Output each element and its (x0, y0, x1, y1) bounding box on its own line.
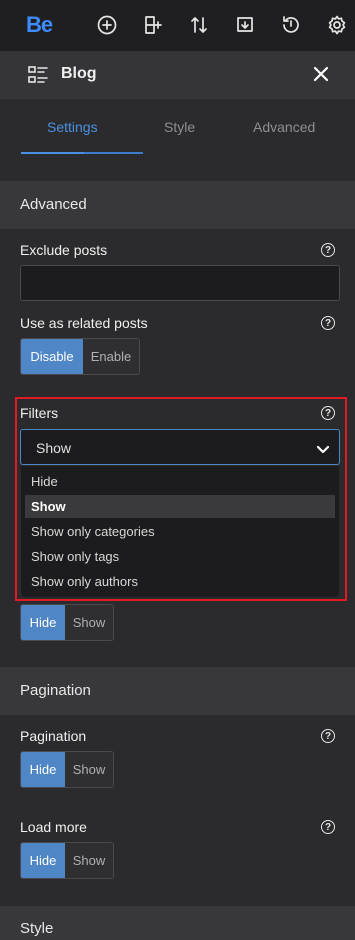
related-posts-toggle: Disable Enable (20, 338, 140, 375)
help-icon[interactable]: ? (321, 820, 335, 834)
close-icon[interactable] (312, 65, 332, 85)
panel-header: Blog (0, 51, 355, 99)
filters-option-authors[interactable]: Show only authors (25, 570, 335, 593)
exclude-posts-label: Exclude posts (20, 242, 108, 258)
plus-circle-icon[interactable] (95, 13, 119, 37)
filters-dropdown: Hide Show Show only categories Show only… (21, 466, 339, 597)
load-more-toggle: Hide Show (20, 842, 114, 879)
history-icon[interactable] (279, 13, 303, 37)
enable-button[interactable]: Enable (83, 339, 139, 374)
section-style[interactable]: Style (0, 906, 355, 940)
help-icon[interactable]: ? (321, 406, 335, 420)
tab-bar: Settings Style Advanced (0, 99, 355, 155)
help-icon[interactable]: ? (321, 243, 335, 257)
download-icon[interactable] (233, 13, 257, 37)
panel-title: Blog (61, 65, 97, 82)
load-more-label: Load more (20, 819, 87, 835)
hide-button[interactable]: Hide (21, 843, 65, 878)
list-icon (28, 66, 48, 84)
hide-button[interactable]: Hide (21, 605, 65, 640)
pagination-label: Pagination (20, 728, 87, 744)
exclude-posts-input[interactable] (20, 265, 340, 301)
tab-style[interactable]: Style (164, 119, 195, 135)
help-icon[interactable]: ? (321, 316, 335, 330)
section-title: Style (20, 920, 54, 937)
sort-arrows-icon[interactable] (187, 13, 211, 37)
chevron-down-icon (316, 442, 330, 454)
section-title: Advanced (20, 196, 87, 213)
section-title: Pagination (20, 682, 91, 699)
help-icon[interactable]: ? (321, 729, 335, 743)
add-section-icon[interactable] (141, 13, 165, 37)
tab-settings[interactable]: Settings (47, 119, 98, 135)
filters-option-show[interactable]: Show (25, 495, 335, 518)
filters-option-tags[interactable]: Show only tags (25, 545, 335, 568)
section-pagination[interactable]: Pagination (0, 667, 355, 715)
filters-option-hide[interactable]: Hide (25, 470, 335, 493)
filters-select[interactable]: Show (20, 429, 340, 465)
hide-button[interactable]: Hide (21, 752, 65, 787)
show-button[interactable]: Show (65, 605, 113, 640)
tab-advanced[interactable]: Advanced (253, 119, 315, 135)
hidden-option-toggle: Hide Show (20, 604, 114, 641)
filters-label: Filters (20, 405, 59, 421)
logo[interactable]: Be (26, 12, 53, 38)
disable-button[interactable]: Disable (21, 339, 83, 374)
related-posts-label: Use as related posts (20, 315, 148, 331)
gear-icon[interactable] (325, 13, 349, 37)
filters-selected-value: Show (36, 440, 72, 456)
section-advanced[interactable]: Advanced (0, 181, 355, 229)
show-button[interactable]: Show (65, 752, 113, 787)
show-button[interactable]: Show (65, 843, 113, 878)
filters-option-categories[interactable]: Show only categories (25, 520, 335, 543)
pagination-toggle: Hide Show (20, 751, 114, 788)
tab-scroll-indicator (84, 152, 143, 154)
top-toolbar: Be (0, 0, 355, 51)
